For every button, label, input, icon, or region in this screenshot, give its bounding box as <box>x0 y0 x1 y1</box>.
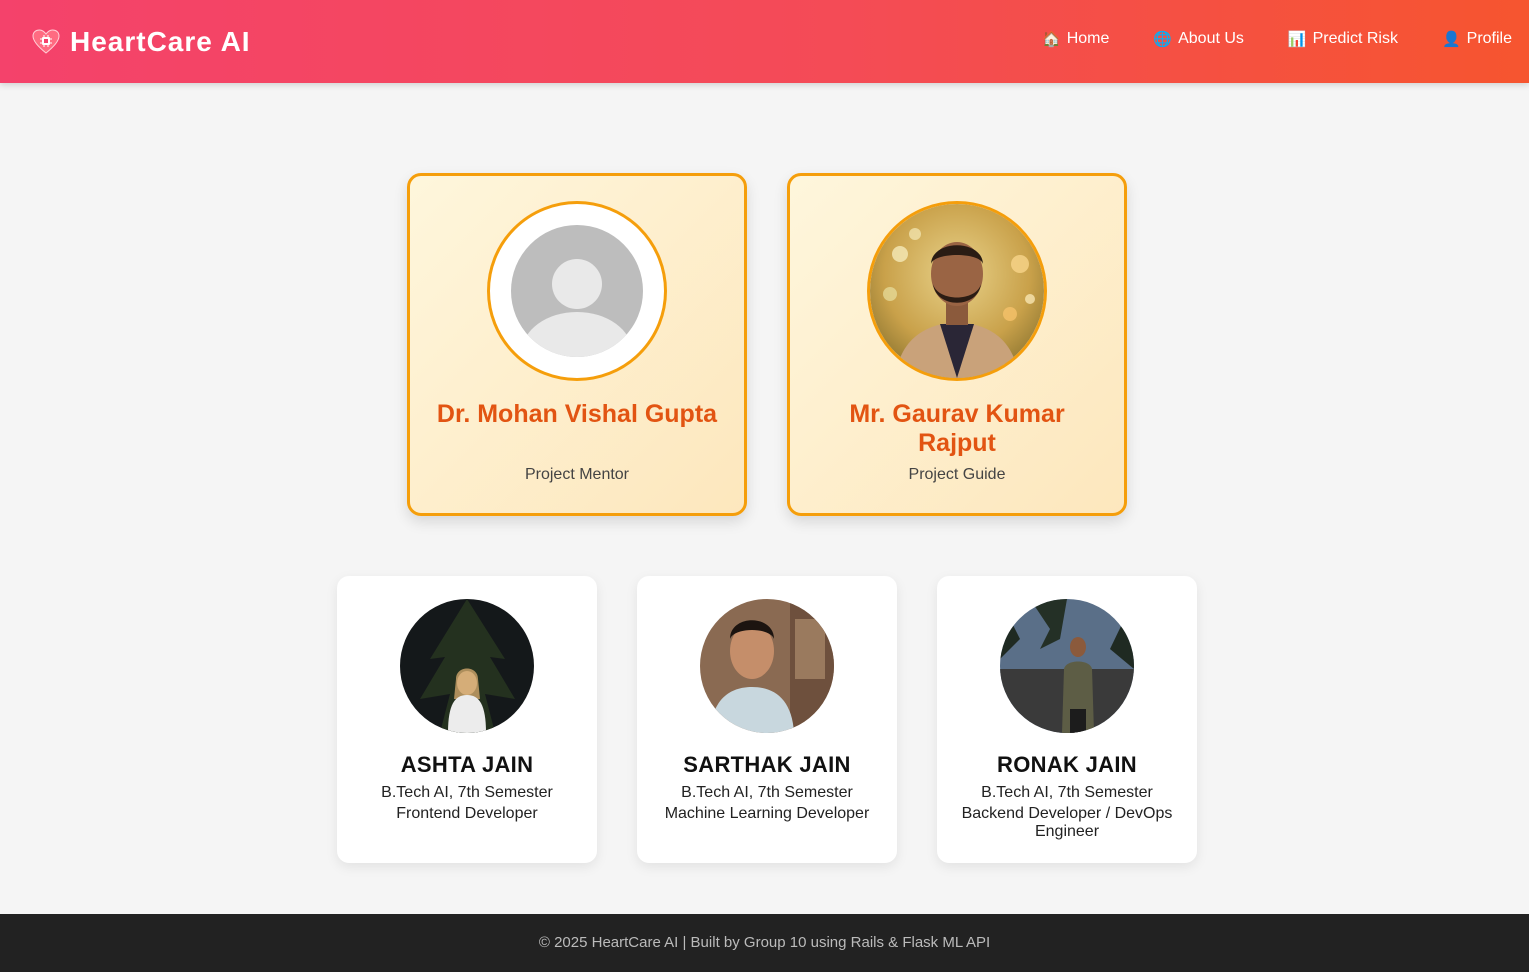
placeholder-avatar-icon <box>511 225 643 357</box>
student-photo <box>700 599 834 733</box>
student-photo <box>1000 599 1134 733</box>
heart-chip-icon <box>32 28 60 56</box>
student-card: ASHTA JAIN B.Tech AI, 7th Semester Front… <box>337 576 597 863</box>
mentor-role: Project Mentor <box>524 466 630 483</box>
student-role: Machine Learning Developer <box>664 805 870 822</box>
nav-about-link[interactable]: 🌐 About Us <box>1153 30 1244 48</box>
footer: © 2025 HeartCare AI | Built by Group 10 … <box>0 914 1529 972</box>
student-photo <box>400 599 534 733</box>
student-card: SARTHAK JAIN B.Tech AI, 7th Semester Mac… <box>637 576 897 863</box>
nav-predict-link[interactable]: 📊 Predict Risk <box>1288 30 1398 48</box>
nav-home-label: Home <box>1066 30 1110 47</box>
portrait-photo <box>870 204 1044 378</box>
avatar <box>487 201 667 381</box>
nav-profile-link[interactable]: 👤 Profile <box>1442 30 1512 48</box>
student-role: Frontend Developer <box>396 805 538 822</box>
home-icon: 🏠 <box>1042 31 1061 48</box>
student-role: Backend Developer / DevOps Engineer <box>961 805 1173 840</box>
brand-title: HeartCare AI <box>70 26 251 57</box>
mentor-name: Mr. Gaurav Kumar Rajput <box>849 400 1065 457</box>
student-card: RONAK JAIN B.Tech AI, 7th Semester Backe… <box>937 576 1197 863</box>
student-course: B.Tech AI, 7th Semester <box>981 784 1153 801</box>
avatar <box>867 201 1047 381</box>
nav-about-label: About Us <box>1178 30 1244 47</box>
brand[interactable]: HeartCare AI <box>32 22 251 62</box>
globe-icon: 🌐 <box>1153 31 1173 48</box>
mentor-name: Dr. Mohan Vishal Gupta <box>436 400 718 428</box>
nav-predict-label: Predict Risk <box>1312 30 1398 47</box>
student-course: B.Tech AI, 7th Semester <box>681 784 853 801</box>
mentor-card: Dr. Mohan Vishal Gupta Project Mentor <box>407 173 747 516</box>
student-course: B.Tech AI, 7th Semester <box>381 784 553 801</box>
user-icon: 👤 <box>1441 31 1461 48</box>
student-name: RONAK JAIN <box>997 752 1137 777</box>
chart-icon: 📊 <box>1287 31 1307 48</box>
top-navbar: HeartCare AI 🏠 Home 🌐 About Us 📊 Predict… <box>0 0 1529 83</box>
nav-profile-label: Profile <box>1466 30 1512 47</box>
nav-home-link[interactable]: 🏠 Home <box>1042 30 1109 48</box>
nav-links: 🏠 Home 🌐 About Us 📊 Predict Risk 👤 Profi… <box>998 30 1512 48</box>
student-name: ASHTA JAIN <box>400 752 534 777</box>
student-name: SARTHAK JAIN <box>683 752 851 777</box>
mentor-card: Mr. Gaurav Kumar Rajput Project Guide <box>787 173 1127 516</box>
mentor-role: Project Guide <box>908 466 1006 483</box>
